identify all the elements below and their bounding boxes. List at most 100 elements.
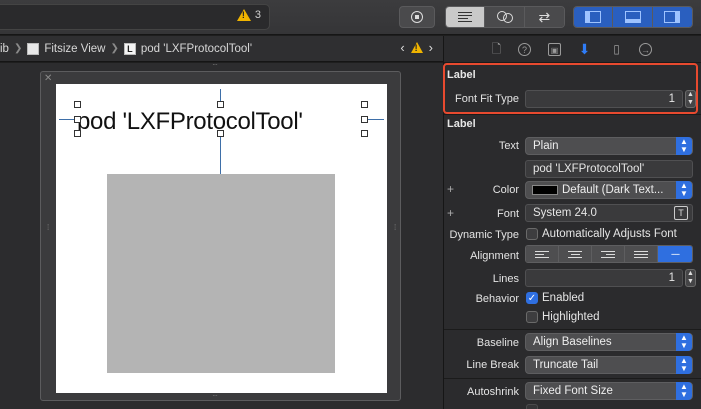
chevron-left-icon[interactable]: ‹ [400,40,404,55]
left-panel-icon [585,11,602,23]
breadcrumb-item-label[interactable]: pod 'LXFProtocolTool' [141,43,252,55]
warning-icon[interactable] [410,42,423,53]
vertical-spacing-constraint[interactable] [220,134,221,174]
auto-adjust-font-checkbox[interactable] [526,228,538,240]
text-content-value: pod 'LXFProtocolTool' [533,163,645,175]
warning-count: 3 [254,9,261,21]
version-editor-button[interactable]: ⇄ [524,7,564,27]
align-natural-button[interactable]: ---- [658,246,692,262]
gray-subview[interactable] [107,174,335,373]
baseline-label: Baseline [476,337,519,349]
autoshrink-popup[interactable]: Fixed Font Size ▲ ▼ [525,382,693,400]
tighten-spacing-checkbox[interactable] [526,404,538,409]
auto-adjust-font-label: Automatically Adjusts Font [542,228,677,240]
section-title: Label [447,118,476,130]
identity-inspector-icon[interactable]: ▣ [548,43,561,56]
version-editor-icon: ⇄ [538,8,551,25]
chevron-updown-icon: ▲ ▼ [676,137,692,155]
line-break-popup[interactable]: Truncate Tail ▲ ▼ [525,356,693,374]
align-justified-icon [634,250,648,258]
size-inspector-icon[interactable]: ▯ [610,43,623,56]
assistant-editor-button[interactable] [485,7,525,27]
close-icon[interactable]: ✕ [44,73,52,84]
align-justified-button[interactable] [625,246,658,262]
breadcrumb-item-storyboard[interactable]: ib [0,43,9,55]
enabled-label: Enabled [542,292,585,304]
text-content-field[interactable]: pod 'LXFProtocolTool' [525,160,693,178]
breadcrumb-item-view[interactable]: Fitsize View [44,43,105,55]
baseline-popup[interactable]: Align Baselines ▲ ▼ [525,333,693,351]
color-value: Default (Dark Text... [562,184,664,196]
selection-handle[interactable] [361,130,368,137]
lines-stepper[interactable]: ▲ ▼ [685,269,696,287]
selected-label[interactable]: pod 'LXFProtocolTool' [77,108,303,136]
warning-indicator[interactable]: 3 [236,9,261,21]
divider [444,378,701,379]
selection-handle[interactable] [74,101,81,108]
align-center-button[interactable] [559,246,592,262]
attributes-inspector-icon[interactable]: ⬇ [578,42,591,56]
line-break-value: Truncate Tail [533,359,599,371]
view-icon [27,42,40,55]
chevron-updown-icon: ▲ ▼ [676,382,692,400]
breadcrumb: ib ❯ Fitsize View ❯ L pod 'LXFProtocolTo… [0,36,443,62]
highlighted-label: Highlighted [542,311,600,323]
selection-handle[interactable] [361,116,368,123]
color-swatch [532,185,558,195]
resize-handle-icon[interactable]: ··· [212,63,218,69]
record-icon [411,11,423,23]
selection-handle[interactable] [74,116,81,123]
text-label: Text [498,140,519,152]
stop-button[interactable] [399,6,435,28]
behavior-label: Behavior [475,293,519,305]
chevron-updown-icon: ▲ ▼ [676,356,692,374]
toolbar: 3 ⇄ [0,0,701,35]
selection-handle[interactable] [74,130,81,137]
debug-toggle-button[interactable] [613,7,653,27]
font-value: System 24.0 [533,207,597,219]
quick-help-icon[interactable]: ? [518,43,531,56]
chevron-right-icon[interactable]: › [429,40,433,55]
font-field[interactable]: System 24.0 T [525,204,693,222]
resize-handle-icon[interactable]: ⁞ [47,223,49,232]
enabled-checkbox[interactable]: ✓ [526,292,538,304]
align-left-icon [535,250,549,258]
chevron-updown-icon: ▲ ▼ [676,333,692,351]
chevron-right-icon: ❯ [13,43,23,54]
align-right-icon [601,250,615,258]
alignment-label: Alignment [470,250,519,262]
utilities-toggle-button[interactable] [652,7,692,27]
selection-handle[interactable] [217,101,224,108]
assistant-editor-icon [496,11,513,23]
align-center-icon [568,250,582,258]
lines-value: 1 [668,272,675,284]
alignment-segment: ---- [525,245,693,263]
standard-editor-button[interactable] [446,7,486,27]
font-picker-icon[interactable]: T [674,206,688,220]
add-variation-icon[interactable]: + [447,206,454,220]
resize-handle-icon[interactable]: ⁞ [394,223,396,232]
file-inspector-icon[interactable]: 🗋 [490,43,503,56]
add-variation-icon[interactable]: + [447,182,454,196]
activity-status-bar: 3 [0,4,270,30]
highlighted-checkbox[interactable] [526,311,538,323]
align-left-button[interactable] [526,246,559,262]
storyboard-canvas[interactable]: ✕ ⁞ ⁞ ··· ··· pod 'LXFProtocolTool' [0,63,443,409]
bottom-panel-icon [624,11,641,23]
baseline-value: Align Baselines [533,336,612,348]
align-right-button[interactable] [592,246,625,262]
text-type-popup[interactable]: Plain ▲ ▼ [525,137,693,155]
font-label: Font [496,208,519,220]
issue-navigator: ‹ › [400,40,433,55]
dynamic-type-label: Dynamic Type [449,229,520,241]
navigator-toggle-button[interactable] [574,7,614,27]
lines-field[interactable]: 1 [525,269,683,287]
label-icon: L [123,42,136,55]
standard-editor-icon [458,12,473,22]
selection-handle[interactable] [361,101,368,108]
color-popup[interactable]: Default (Dark Text... ▲ ▼ [525,181,693,199]
warning-icon [236,9,251,21]
selection-handle[interactable] [217,130,224,137]
connections-inspector-icon[interactable]: → [639,43,652,56]
trailing-constraint[interactable] [366,119,384,120]
